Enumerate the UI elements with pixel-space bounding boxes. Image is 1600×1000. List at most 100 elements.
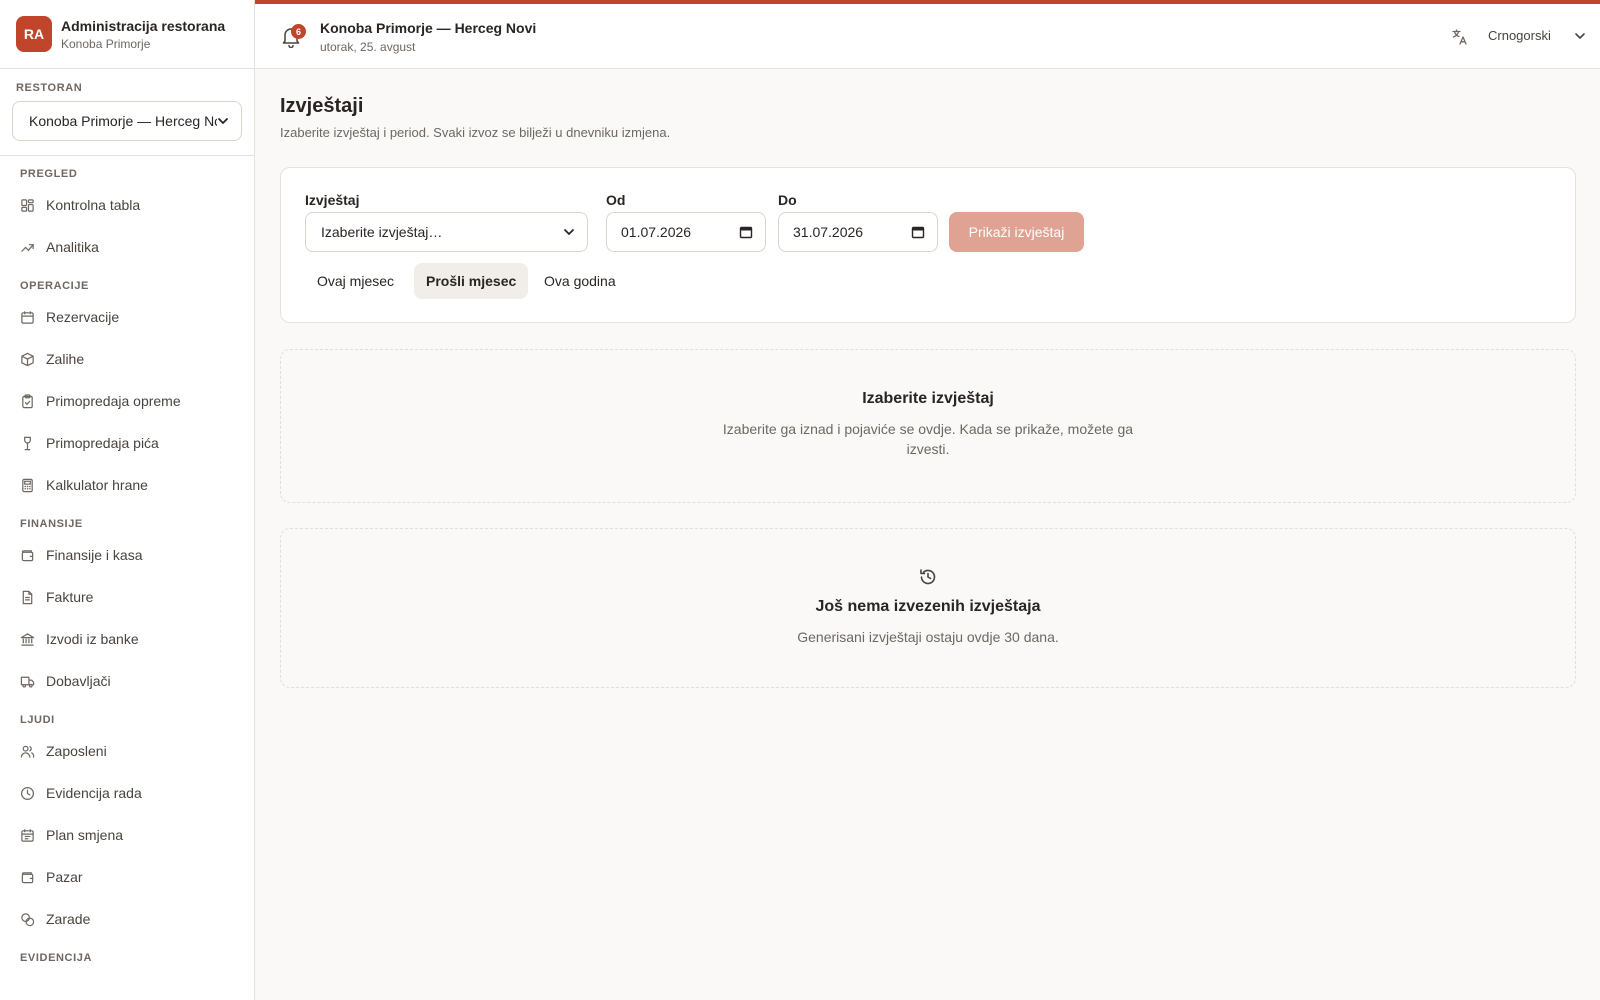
topbar: 6 Konoba Primorje — Herceg Novi utorak, …: [255, 0, 1600, 69]
nav-section-evidencija: EVIDENCIJA: [20, 952, 93, 964]
from-date-input[interactable]: 01.07.2026: [606, 212, 766, 252]
sidebar-item-zaposleni[interactable]: Zaposleni: [0, 730, 254, 772]
sidebar-item-dobavljaci[interactable]: Dobavljači: [0, 660, 254, 702]
sidebar-item-label: Plan smjena: [46, 827, 124, 843]
sidebar-item-label: Primopredaja opreme: [46, 393, 181, 409]
sidebar-item-label: Dobavljači: [46, 673, 111, 689]
sidebar-item-label: Zalihe: [46, 351, 85, 367]
sidebar-item-fakture[interactable]: Fakture: [0, 576, 254, 618]
sidebar: RA Administracija restorana Konoba Primo…: [0, 0, 255, 1000]
from-date-label: Od: [606, 192, 626, 208]
current-date: utorak, 25. avgust: [320, 40, 416, 54]
brand: RA Administracija restorana Konoba Primo…: [0, 0, 254, 69]
users-icon: [20, 745, 35, 758]
restaurant-select[interactable]: Konoba Primorje — Herceg Novi: [12, 101, 242, 141]
sidebar-item-label: Kalkulator hrane: [46, 477, 148, 493]
brand-text: Administracija restorana Konoba Primorje: [61, 18, 225, 51]
quick-range-this-month[interactable]: Ovaj mjesec: [305, 263, 406, 299]
sidebar-item-label: Analitika: [46, 239, 99, 255]
coins-icon: [21, 912, 35, 926]
report-filter-card: Izvještaj Izaberite izvještaj… Od 01.07.…: [280, 167, 1576, 323]
sidebar-item-analitika[interactable]: Analitika: [0, 226, 254, 268]
export-history-empty-state: Još nema izvezenih izvještaja Generisani…: [280, 528, 1576, 688]
sidebar-item-label: Rezervacije: [46, 309, 120, 325]
report-select[interactable]: Izaberite izvještaj…: [305, 212, 588, 252]
calculator-icon: [22, 478, 33, 492]
sidebar-item-rezervacije[interactable]: Rezervacije: [0, 296, 254, 338]
report-empty-state: Izaberite izvještaj Izaberite ga iznad i…: [280, 349, 1576, 503]
sidebar-item-primopredaja-opreme[interactable]: Primopredaja opreme: [0, 380, 254, 422]
dashboard-icon: [21, 198, 34, 212]
sidebar-item-plan-smjena[interactable]: Plan smjena: [0, 814, 254, 856]
from-date-value: 01.07.2026: [621, 224, 692, 240]
sidebar-item-primopredaja-pica[interactable]: Primopredaja pića: [0, 422, 254, 464]
nav-section-ljudi: LJUDI: [20, 714, 55, 726]
sidebar-item-label: Finansije i kasa: [46, 547, 143, 563]
nav-section-operacije: OPERACIJE: [20, 280, 89, 292]
to-date-value: 31.07.2026: [793, 224, 864, 240]
sidebar-item-label: Kontrolna tabla: [46, 197, 141, 213]
wine-icon: [24, 436, 31, 450]
show-report-button[interactable]: Prikaži izvještaj: [949, 212, 1084, 252]
trend-icon: [21, 243, 34, 252]
quick-range-last-month[interactable]: Prošli mjesec: [414, 263, 529, 299]
sidebar-item-zarade[interactable]: Zarade: [0, 898, 254, 940]
empty-report-text-line2: izvesti.: [906, 441, 950, 457]
restaurant-select-value: Konoba Primorje — Herceg Novi: [29, 113, 217, 129]
restaurant-selector-block: RESTORAN Konoba Primorje — Herceg Novi: [0, 69, 254, 156]
calendar-icon: [739, 226, 753, 239]
sidebar-item-evidencija-rada[interactable]: Evidencija rada: [0, 772, 254, 814]
sidebar-item-kalkulator-hrane[interactable]: Kalkulator hrane: [0, 464, 254, 506]
calendar-icon: [21, 310, 34, 324]
report-select-value: Izaberite izvještaj…: [321, 224, 443, 240]
sidebar-item-label: Primopredaja pića: [46, 435, 159, 451]
wallet-icon: [21, 549, 34, 561]
empty-history-title: Još nema izvezenih izvještaja: [815, 598, 1041, 615]
chevron-down-icon: [1575, 32, 1585, 39]
restaurant-label: RESTORAN: [16, 82, 83, 94]
sidebar-nav: PREGLED Kontrolna tabla Analitika OPERAC…: [0, 156, 254, 968]
report-label: Izvještaj: [305, 192, 360, 208]
history-icon: [920, 569, 936, 585]
bank-icon: [20, 632, 35, 646]
sidebar-item-label: Zarade: [46, 911, 91, 927]
sidebar-item-finansije-i-kasa[interactable]: Finansije i kasa: [0, 534, 254, 576]
sidebar-item-izvodi-iz-banke[interactable]: Izvodi iz banke: [0, 618, 254, 660]
empty-report-text-line1: Izaberite ga iznad i pojaviće se ovdje. …: [722, 421, 1134, 437]
sidebar-item-zalihe[interactable]: Zalihe: [0, 338, 254, 380]
clock-icon: [20, 786, 35, 800]
restaurant-title: Konoba Primorje — Herceg Novi: [320, 20, 537, 36]
language-select[interactable]: Crnogorski: [1488, 28, 1586, 43]
chevron-down-icon: [564, 229, 574, 235]
calendar-icon: [911, 226, 925, 239]
empty-history-text: Generisani izvještaji ostaju ovdje 30 da…: [797, 629, 1059, 645]
clipboard-icon: [22, 393, 33, 408]
chevron-down-icon: [218, 118, 228, 124]
nav-section-pregled: PREGLED: [20, 168, 78, 180]
brand-title: Administracija restorana: [61, 17, 226, 34]
language-select-value: Crnogorski: [1488, 28, 1551, 43]
to-date-label: Do: [778, 192, 797, 208]
sidebar-item-kontrolna-tabla[interactable]: Kontrolna tabla: [0, 184, 254, 226]
notification-badge: 6: [291, 24, 306, 39]
sidebar-item-label: Izvodi iz banke: [46, 631, 139, 647]
sidebar-item-label: Evidencija rada: [46, 785, 142, 801]
truck-icon: [20, 676, 35, 688]
empty-report-title: Izaberite izvještaj: [862, 390, 994, 407]
package-icon: [21, 352, 34, 366]
history-icon-wrap: [281, 567, 1575, 587]
nav-section-finansije: FINANSIJE: [20, 518, 83, 530]
wallet-icon: [21, 871, 34, 883]
to-date-input[interactable]: 31.07.2026: [778, 212, 938, 252]
quick-range-this-year[interactable]: Ova godina: [532, 263, 628, 299]
brand-subtitle: Konoba Primorje: [61, 36, 151, 51]
sidebar-item-label: Zaposleni: [46, 743, 107, 759]
brand-logo: RA: [16, 16, 52, 52]
sidebar-item-pazar[interactable]: Pazar: [0, 856, 254, 898]
file-icon: [22, 590, 33, 604]
page-title: Izvještaji: [280, 95, 364, 117]
translate-icon: [1452, 29, 1467, 45]
calendar-icon: [21, 828, 34, 842]
sidebar-item-label: Pazar: [46, 869, 83, 885]
sidebar-item-label: Fakture: [46, 589, 94, 605]
